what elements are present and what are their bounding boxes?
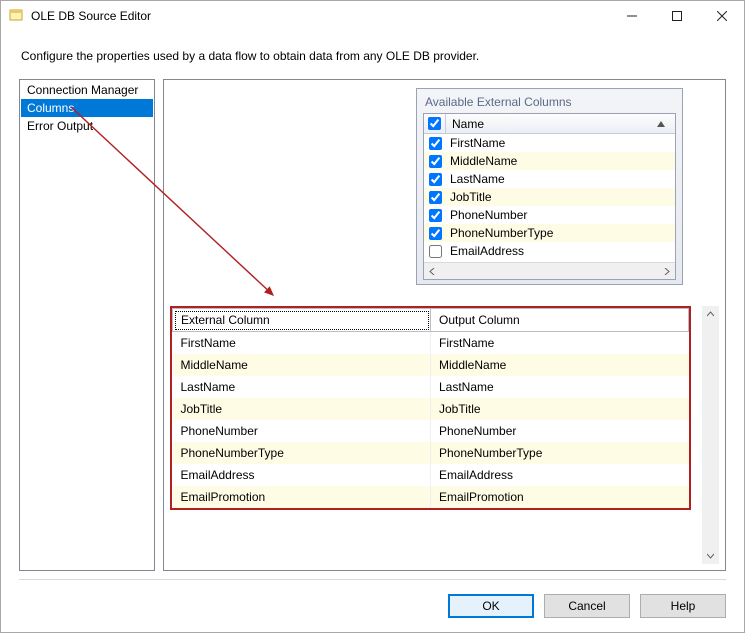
available-column-checkbox[interactable] bbox=[424, 245, 446, 258]
select-all-checkbox[interactable] bbox=[424, 114, 446, 133]
available-columns-header: Name bbox=[424, 114, 675, 134]
external-column-header[interactable]: External Column bbox=[173, 309, 431, 332]
available-column-checkbox[interactable] bbox=[424, 155, 446, 168]
external-column-cell[interactable]: PhoneNumber bbox=[173, 420, 431, 442]
close-button[interactable] bbox=[699, 1, 744, 31]
table-row[interactable]: JobTitleJobTitle bbox=[173, 398, 689, 420]
description-text: Configure the properties used by a data … bbox=[1, 31, 744, 79]
available-column-label: PhoneNumber bbox=[446, 208, 675, 222]
available-column-label: LastName bbox=[446, 172, 675, 186]
available-column-checkbox[interactable] bbox=[424, 137, 446, 150]
body-area: Connection ManagerColumnsError Output Av… bbox=[1, 79, 744, 571]
external-column-cell[interactable]: EmailAddress bbox=[173, 464, 431, 486]
available-column-label: MiddleName bbox=[446, 154, 675, 168]
available-column-row[interactable]: FirstName bbox=[424, 134, 675, 152]
output-column-header[interactable]: Output Column bbox=[431, 309, 689, 332]
table-row[interactable]: FirstNameFirstName bbox=[173, 332, 689, 355]
external-column-cell[interactable]: EmailPromotion bbox=[173, 486, 431, 508]
ok-button[interactable]: OK bbox=[448, 594, 534, 618]
output-column-cell[interactable]: EmailPromotion bbox=[431, 486, 689, 508]
nav-item-connection-manager[interactable]: Connection Manager bbox=[21, 81, 153, 99]
external-column-cell[interactable]: MiddleName bbox=[173, 354, 431, 376]
scroll-left-icon[interactable] bbox=[424, 263, 441, 280]
vertical-scrollbar[interactable] bbox=[702, 306, 719, 564]
available-column-label: PhoneNumberType bbox=[446, 226, 675, 240]
output-column-cell[interactable]: LastName bbox=[431, 376, 689, 398]
scroll-right-icon[interactable] bbox=[658, 263, 675, 280]
available-column-label: FirstName bbox=[446, 136, 675, 150]
help-button[interactable]: Help bbox=[640, 594, 726, 618]
column-mapping-grid: External Column Output Column FirstNameF… bbox=[170, 306, 691, 510]
table-row[interactable]: EmailPromotionEmailPromotion bbox=[173, 486, 689, 508]
minimize-button[interactable] bbox=[609, 1, 654, 31]
window: OLE DB Source Editor Configure the prope… bbox=[0, 0, 745, 633]
output-column-cell[interactable]: EmailAddress bbox=[431, 464, 689, 486]
available-name-header-label: Name bbox=[452, 117, 484, 131]
footer: OK Cancel Help bbox=[1, 580, 744, 632]
output-column-cell[interactable]: JobTitle bbox=[431, 398, 689, 420]
available-column-row[interactable]: PhoneNumberType bbox=[424, 224, 675, 242]
horizontal-scrollbar[interactable] bbox=[424, 262, 675, 279]
output-column-cell[interactable]: FirstName bbox=[431, 332, 689, 355]
output-column-cell[interactable]: PhoneNumberType bbox=[431, 442, 689, 464]
available-column-label: EmailAddress bbox=[446, 244, 675, 258]
output-column-cell[interactable]: MiddleName bbox=[431, 354, 689, 376]
available-column-label: JobTitle bbox=[446, 190, 675, 204]
available-column-row[interactable]: PhoneNumber bbox=[424, 206, 675, 224]
table-row[interactable]: LastNameLastName bbox=[173, 376, 689, 398]
external-column-cell[interactable]: LastName bbox=[173, 376, 431, 398]
available-column-row[interactable]: LastName bbox=[424, 170, 675, 188]
available-columns-body: Name FirstName MiddleName LastName JobTitle… bbox=[423, 113, 676, 280]
main-pane: Available External Columns Name FirstNam… bbox=[163, 79, 726, 571]
nav-pane: Connection ManagerColumnsError Output bbox=[19, 79, 155, 571]
table-row[interactable]: MiddleNameMiddleName bbox=[173, 354, 689, 376]
available-column-checkbox[interactable] bbox=[424, 227, 446, 240]
external-column-cell[interactable]: PhoneNumberType bbox=[173, 442, 431, 464]
nav-item-columns[interactable]: Columns bbox=[21, 99, 153, 117]
scroll-up-icon[interactable] bbox=[702, 306, 719, 323]
maximize-button[interactable] bbox=[654, 1, 699, 31]
cancel-button[interactable]: Cancel bbox=[544, 594, 630, 618]
output-column-cell[interactable]: PhoneNumber bbox=[431, 420, 689, 442]
titlebar: OLE DB Source Editor bbox=[1, 1, 744, 31]
table-row[interactable]: PhoneNumberPhoneNumber bbox=[173, 420, 689, 442]
available-column-checkbox[interactable] bbox=[424, 173, 446, 186]
available-column-checkbox[interactable] bbox=[424, 209, 446, 222]
available-name-header[interactable]: Name bbox=[446, 114, 675, 133]
table-row[interactable]: EmailAddressEmailAddress bbox=[173, 464, 689, 486]
window-title: OLE DB Source Editor bbox=[31, 9, 609, 23]
available-column-checkbox[interactable] bbox=[424, 191, 446, 204]
external-column-cell[interactable]: JobTitle bbox=[173, 398, 431, 420]
available-columns-panel: Available External Columns Name FirstNam… bbox=[416, 88, 683, 285]
available-column-row[interactable]: JobTitle bbox=[424, 188, 675, 206]
available-column-row[interactable]: EmailAddress bbox=[424, 242, 675, 260]
nav-item-error-output[interactable]: Error Output bbox=[21, 117, 153, 135]
app-icon bbox=[9, 8, 25, 24]
sort-asc-icon bbox=[657, 121, 665, 127]
available-columns-title: Available External Columns bbox=[417, 89, 682, 113]
scroll-down-icon[interactable] bbox=[702, 547, 719, 564]
available-column-row[interactable]: MiddleName bbox=[424, 152, 675, 170]
table-row[interactable]: PhoneNumberTypePhoneNumberType bbox=[173, 442, 689, 464]
external-column-cell[interactable]: FirstName bbox=[173, 332, 431, 355]
available-columns-list[interactable]: FirstName MiddleName LastName JobTitle Phone… bbox=[424, 134, 675, 262]
